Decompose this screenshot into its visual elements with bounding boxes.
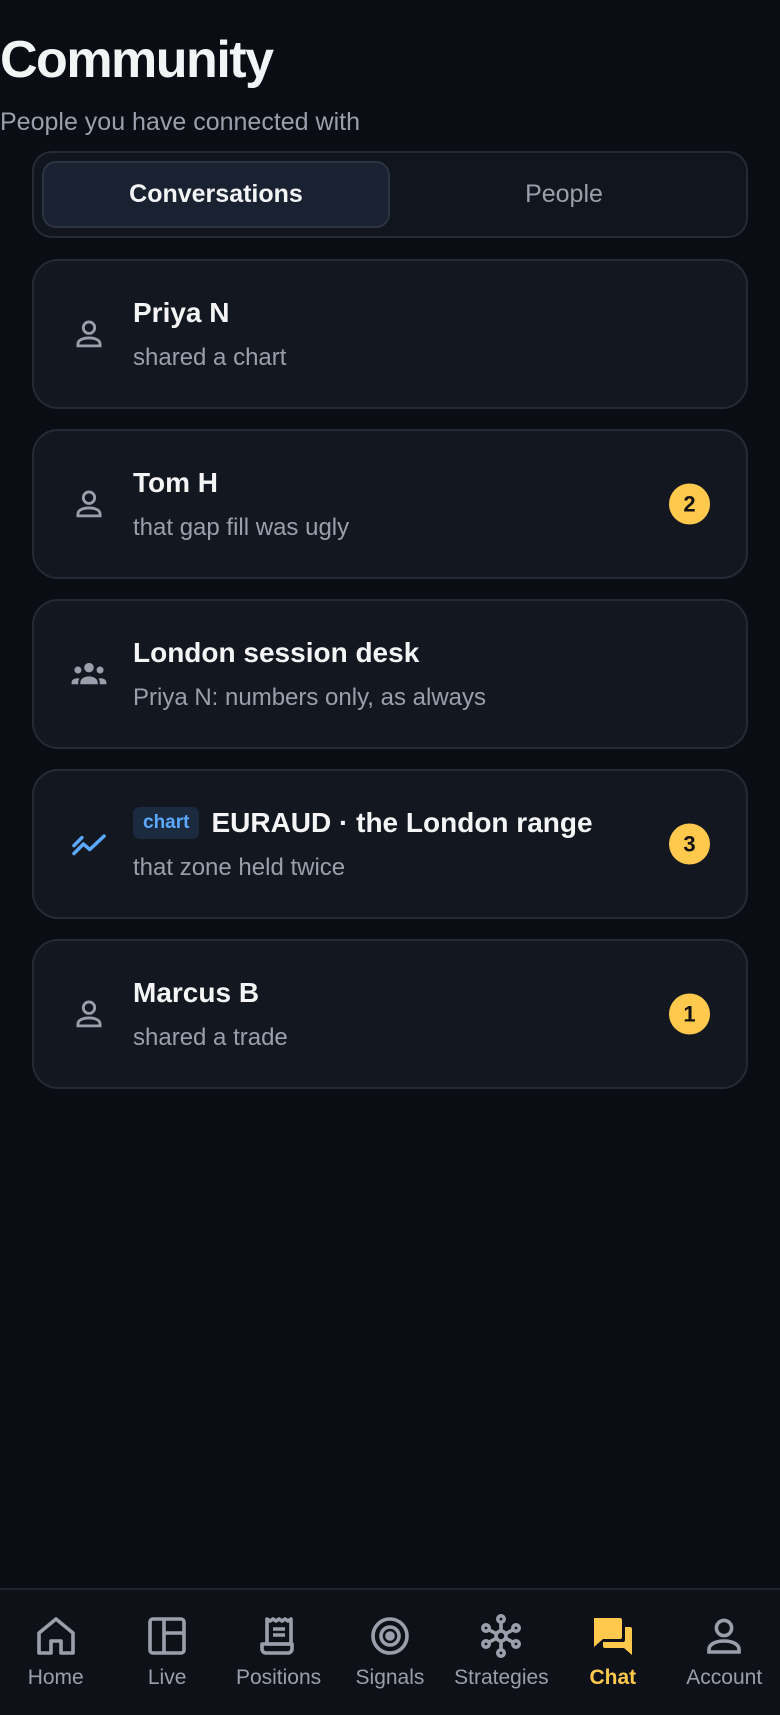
conversation-preview: shared a chart xyxy=(133,344,287,371)
nav-signals[interactable]: Signals xyxy=(334,1590,445,1715)
conversation-preview: that gap fill was ugly xyxy=(133,514,350,541)
person-icon xyxy=(70,995,108,1033)
conversation-name: Marcus B xyxy=(133,977,259,1009)
nav-home[interactable]: Home xyxy=(0,1590,111,1715)
nav-home-label: Home xyxy=(27,1666,84,1689)
nav-live[interactable]: Live xyxy=(111,1590,222,1715)
home-icon xyxy=(36,1617,75,1655)
person-icon xyxy=(70,485,108,523)
conversation-name: chart EURAUD · the London range xyxy=(133,807,593,839)
conversation-item[interactable]: chart EURAUD · the London range that zon… xyxy=(32,769,748,919)
conversation-item[interactable]: London session desk Priya N: numbers onl… xyxy=(32,599,748,749)
page-title: Community xyxy=(0,31,274,89)
nav-chat[interactable]: Chat xyxy=(557,1590,668,1715)
conversation-item[interactable]: Marcus B shared a trade 1 xyxy=(32,939,748,1089)
conversation-name-text: EURAUD · the London range xyxy=(211,807,593,838)
conversation-name-text: Tom H xyxy=(133,467,219,498)
conversation-preview: shared a trade xyxy=(133,1024,288,1051)
chart-tag: chart xyxy=(133,807,200,839)
nav-strategies[interactable]: Strategies xyxy=(446,1590,557,1715)
nav-live-label: Live xyxy=(147,1666,187,1689)
tab-conversations[interactable]: Conversations xyxy=(42,161,390,228)
conversation-preview: Priya N: numbers only, as always xyxy=(133,684,487,711)
community-screen: Community People you have connected with… xyxy=(0,0,780,1715)
nav-signals-label: Signals xyxy=(355,1666,425,1689)
nav-chat-label: Chat xyxy=(589,1666,637,1689)
unread-badge: 2 xyxy=(669,483,710,525)
conversation-item[interactable]: Priya N shared a chart xyxy=(32,259,748,409)
nav-account[interactable]: Account xyxy=(669,1590,780,1715)
conversation-name: Tom H xyxy=(133,467,218,499)
conversation-name-text: Marcus B xyxy=(133,977,260,1008)
nav-positions-label: Positions xyxy=(235,1666,322,1689)
signals-icon xyxy=(371,1617,409,1655)
group-icon xyxy=(70,655,108,693)
conversation-preview: that zone held twice xyxy=(133,854,346,881)
bottom-nav: Home Live Positions Signals Strategies C… xyxy=(0,1588,780,1715)
conversation-name-text: London session desk xyxy=(133,637,420,668)
account-icon xyxy=(707,1618,742,1654)
tab-people[interactable]: People xyxy=(390,161,738,228)
nav-positions[interactable]: Positions xyxy=(223,1590,334,1715)
conversation-name-text: Priya N xyxy=(133,297,230,328)
conversation-name: Priya N xyxy=(133,297,230,329)
receipt-icon xyxy=(259,1617,294,1655)
segmented-tabs: Conversations People xyxy=(32,151,748,238)
page-subtitle: People you have connected with xyxy=(0,108,360,136)
live-icon xyxy=(148,1617,186,1655)
conversation-name: London session desk xyxy=(133,637,419,669)
conversation-item[interactable]: Tom H that gap fill was ugly 2 xyxy=(32,429,748,579)
strategies-icon xyxy=(481,1613,522,1658)
nav-strategies-label: Strategies xyxy=(454,1666,549,1689)
unread-badge: 3 xyxy=(669,823,710,865)
person-icon xyxy=(70,315,108,353)
chat-icon xyxy=(593,1618,632,1655)
unread-badge: 1 xyxy=(669,993,710,1035)
chart-line-icon xyxy=(70,825,108,863)
nav-account-label: Account xyxy=(686,1666,763,1689)
conversation-list: Priya N shared a chart Tom H that gap fi… xyxy=(32,259,748,1109)
